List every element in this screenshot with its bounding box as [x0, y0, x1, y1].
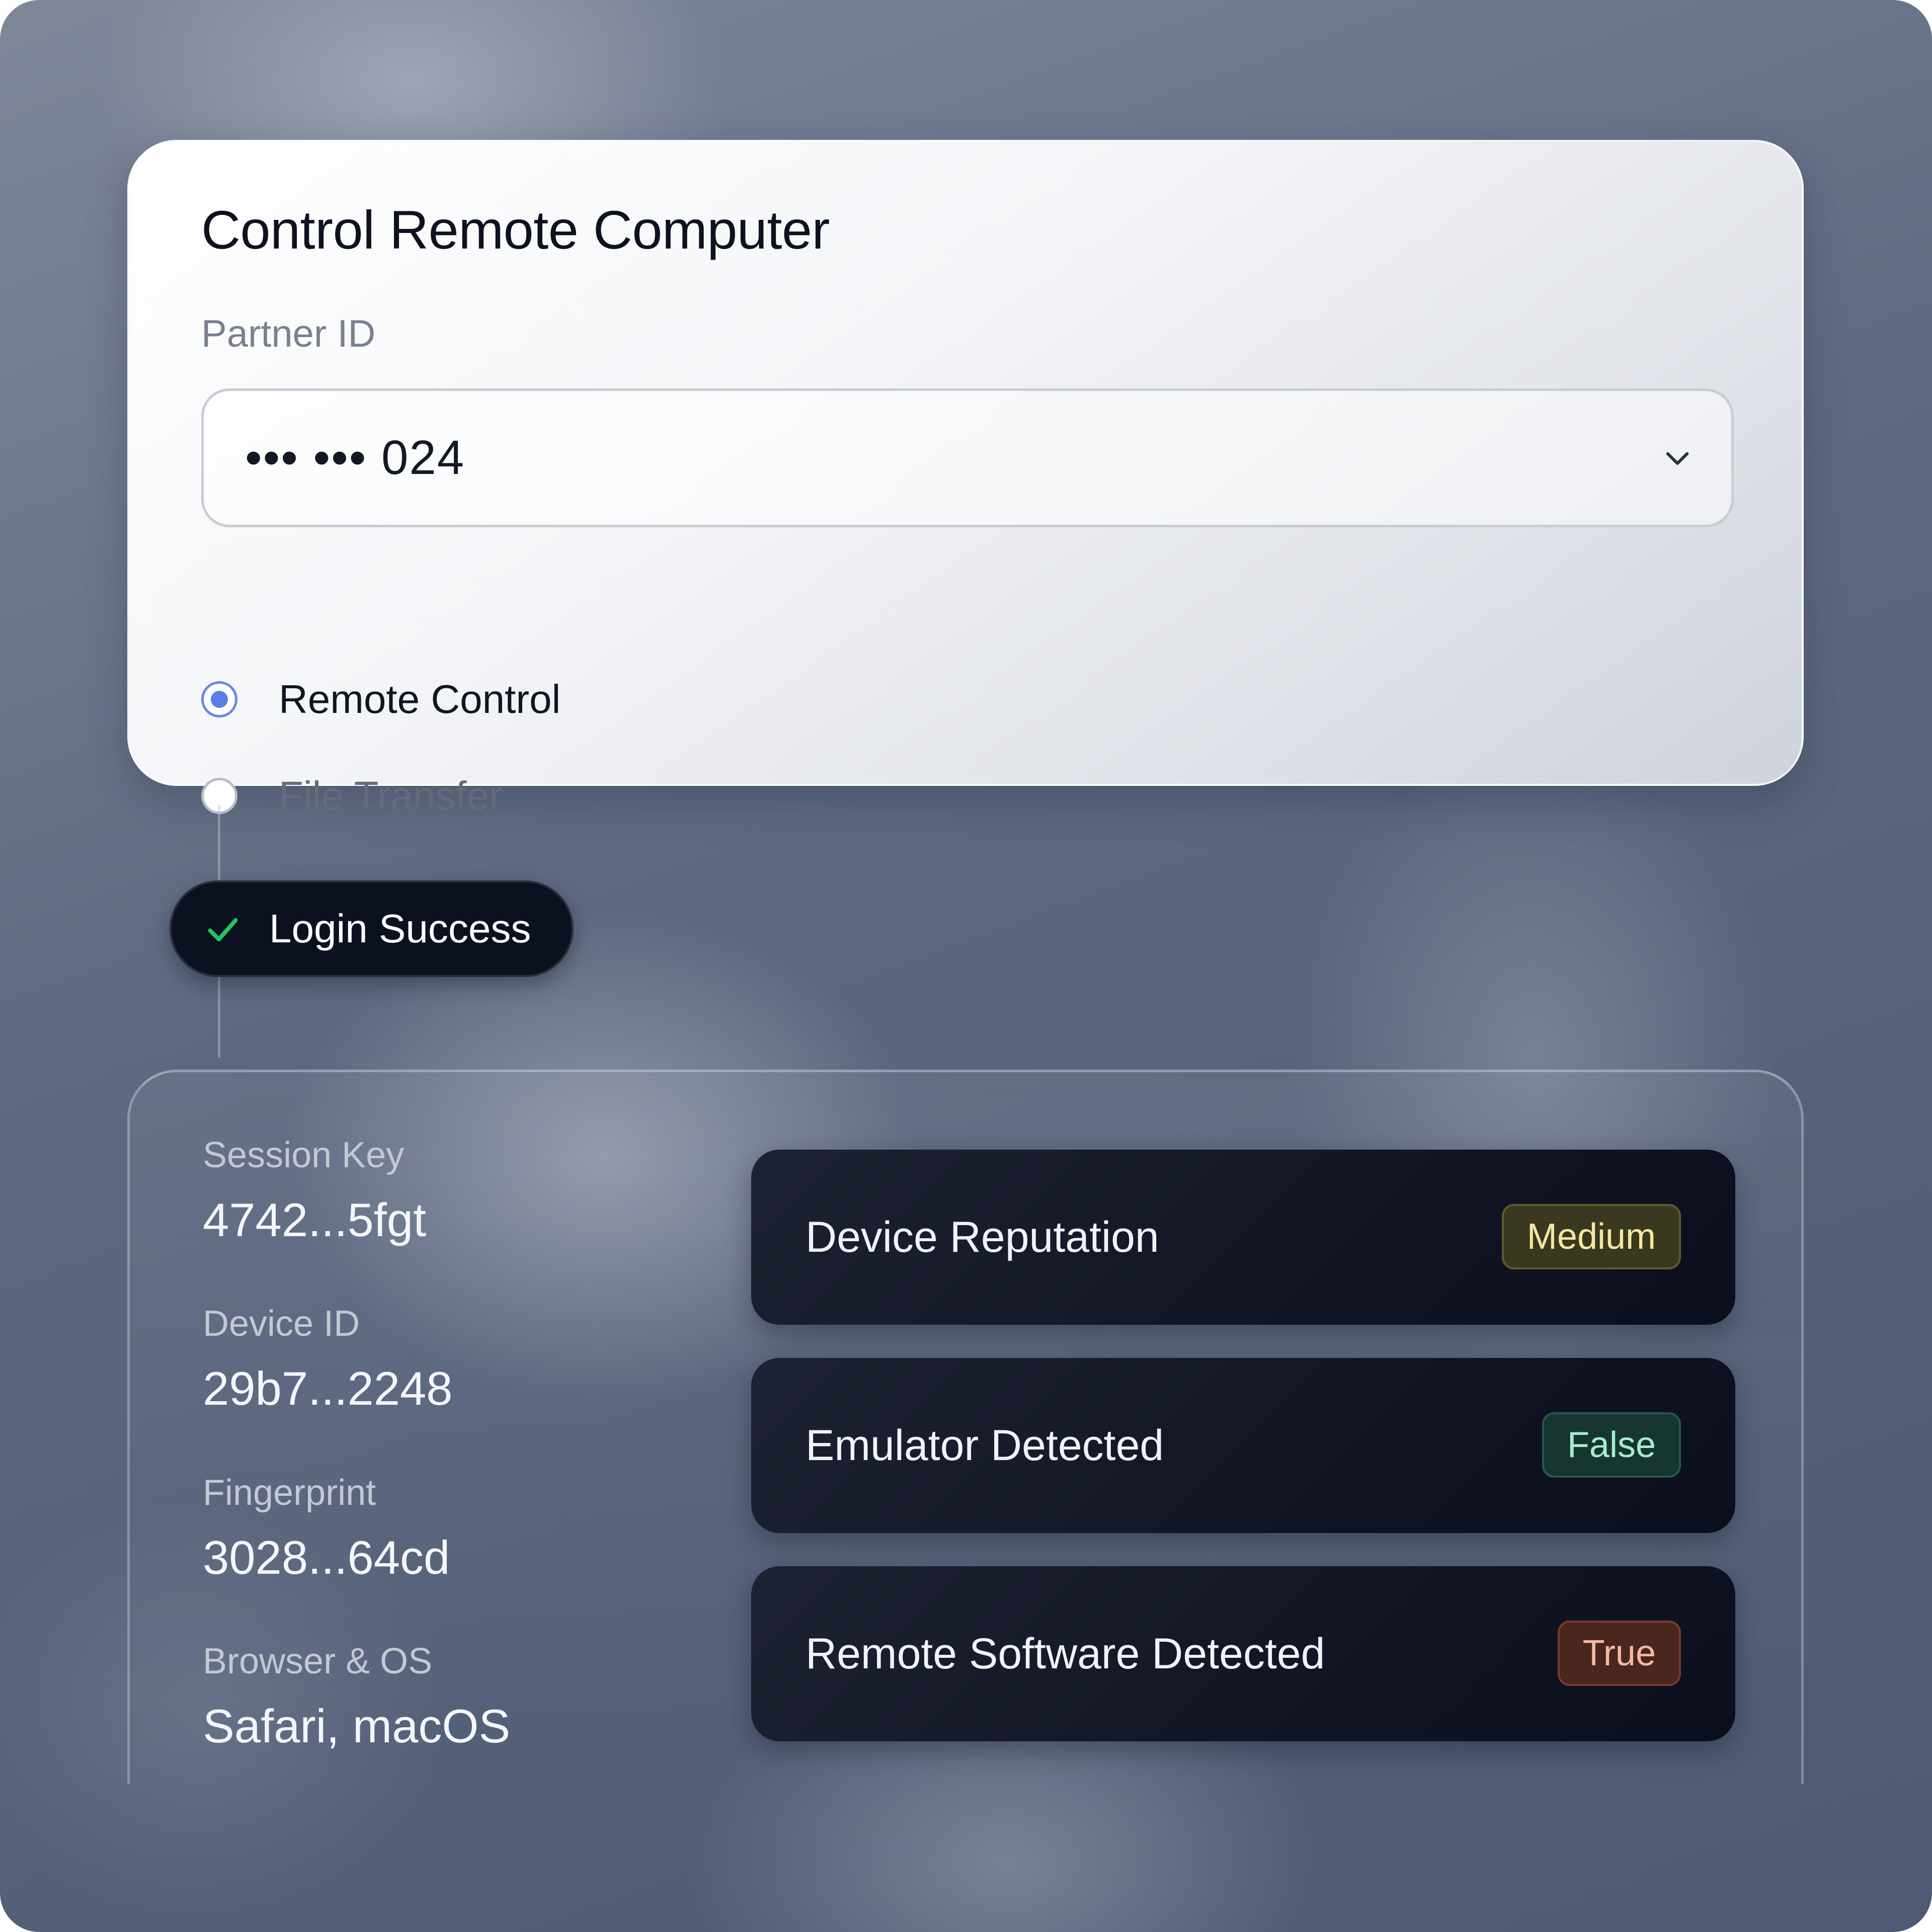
session-key-value: 4742...5fgt [203, 1193, 427, 1246]
session-key-label: Session Key [203, 1135, 405, 1175]
chevron-down-icon [1666, 452, 1689, 465]
partner-id-label: Partner ID [201, 312, 376, 355]
device-id-label: Device ID [203, 1304, 360, 1344]
device-id-value: 29b7...2248 [203, 1362, 453, 1415]
browser-os-value: Safari, macOS [203, 1700, 511, 1752]
status-pill: Login Success [170, 880, 574, 977]
partner-id-select[interactable]: ••• ••• 024 [201, 388, 1734, 527]
partner-id-value: ••• ••• 024 [245, 431, 465, 485]
device-reputation-card: Device Reputation Medium [751, 1150, 1735, 1325]
fingerprint-label: Fingerprint [203, 1473, 376, 1513]
stat-label: Remote Software Detected [806, 1630, 1325, 1678]
option-remote-control[interactable]: Remote Control [201, 674, 560, 725]
session-details-panel: Session Key 4742...5fgt Device ID 29b7..… [127, 1070, 1804, 1784]
browser-os-label: Browser & OS [203, 1641, 433, 1681]
emulator-detected-card: Emulator Detected False [751, 1358, 1735, 1533]
fingerprint-value: 3028...64cd [203, 1531, 450, 1584]
radio-remote-control[interactable] [201, 681, 237, 717]
reputation-badge: Medium [1501, 1204, 1681, 1269]
option-file-transfer[interactable]: File Transfer [201, 771, 503, 821]
connector-line [218, 805, 220, 880]
option-label: Remote Control [279, 677, 561, 721]
connector-line [218, 977, 220, 1058]
remote-software-card: Remote Software Detected True [751, 1566, 1735, 1741]
stat-label: Emulator Detected [806, 1421, 1164, 1470]
status-label: Login Success [269, 906, 531, 951]
option-label: File Transfer [279, 773, 503, 818]
remote-software-badge: True [1557, 1621, 1681, 1686]
stat-label: Device Reputation [806, 1213, 1159, 1261]
card-title: Control Remote Computer [201, 199, 830, 260]
remote-control-card: Control Remote Computer Partner ID ••• •… [127, 140, 1804, 818]
app-canvas: Control Remote Computer Partner ID ••• •… [0, 0, 1932, 1932]
emulator-badge: False [1542, 1412, 1681, 1478]
check-icon [208, 918, 238, 942]
